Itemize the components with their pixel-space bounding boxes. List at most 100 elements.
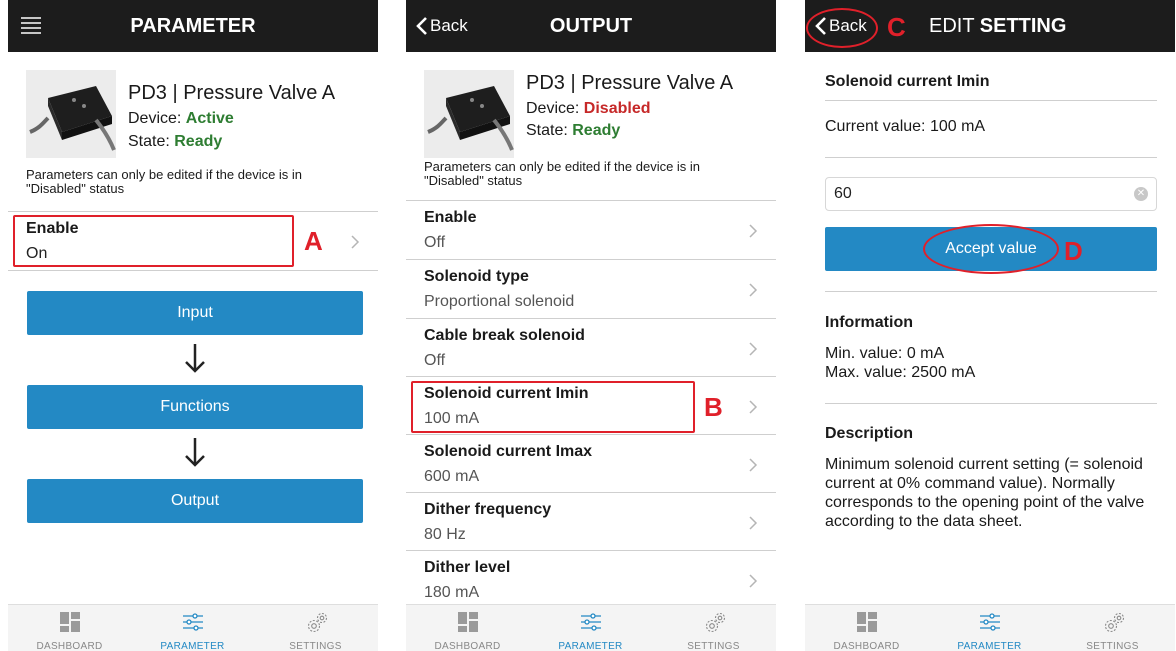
- annotation-label-d: D: [1064, 236, 1083, 266]
- title-bold: SETTING: [979, 15, 1067, 37]
- value-input[interactable]: [826, 178, 1106, 210]
- output-screen: Back OUTPUT PD3 | Pressure Valve A Devic…: [406, 0, 776, 651]
- param-row-dither-frequency[interactable]: Dither frequency 80 Hz: [406, 493, 776, 551]
- state-line: State: Ready: [526, 122, 620, 140]
- annotation-box-a: [13, 215, 294, 267]
- tab-parameter[interactable]: PARAMETER: [529, 605, 652, 651]
- tab-bar: DASHBOARD PARAMETER SETTINGS: [805, 604, 1175, 651]
- row-value: Off: [424, 352, 446, 369]
- page-title: EDIT SETTING: [929, 0, 1066, 52]
- divider: [825, 291, 1157, 292]
- app-header: Back OUTPUT: [406, 0, 776, 52]
- tab-settings[interactable]: SETTINGS: [1051, 605, 1174, 651]
- state-status: Ready: [174, 133, 223, 150]
- annotation-label-c: C: [887, 12, 906, 42]
- max-value: Max. value: 2500 mA: [825, 364, 976, 381]
- row-label: Solenoid current Imax: [424, 443, 593, 460]
- tab-dashboard[interactable]: DASHBOARD: [406, 605, 529, 651]
- row-label: Enable: [424, 209, 477, 226]
- row-value: 600 mA: [424, 468, 480, 485]
- tab-label: PARAMETER: [957, 641, 1022, 651]
- parameter-screen: PARAMETER PD3 | Pressure Valve A Device:…: [8, 0, 378, 651]
- row-value: 80 Hz: [424, 526, 466, 543]
- description-text: Minimum solenoid current setting (= sole…: [825, 456, 1145, 530]
- page-title: PARAMETER: [130, 15, 256, 37]
- value-input-field[interactable]: ✕: [825, 177, 1157, 211]
- chevron-right-icon: [749, 283, 758, 297]
- sliders-icon: [182, 613, 203, 631]
- state-label: State:: [128, 133, 175, 150]
- gears-icon: [307, 612, 327, 633]
- dashboard-icon: [59, 612, 80, 632]
- output-button[interactable]: Output: [27, 479, 363, 523]
- gears-icon: [705, 612, 725, 633]
- chevron-right-icon: [749, 342, 758, 356]
- device-label: Device:: [526, 100, 584, 117]
- divider: [825, 157, 1157, 158]
- tab-label: PARAMETER: [558, 641, 623, 651]
- device-name: PD3 | Pressure Valve A: [128, 82, 336, 104]
- row-label: Dither frequency: [424, 501, 552, 518]
- tab-settings[interactable]: SETTINGS: [652, 605, 775, 651]
- row-value: Off: [424, 234, 446, 251]
- tab-dashboard[interactable]: DASHBOARD: [805, 605, 928, 651]
- app-header: Back EDIT SETTING C: [805, 0, 1175, 52]
- tab-label: SETTINGS: [1086, 641, 1139, 651]
- state-line: State: Ready: [128, 133, 222, 151]
- input-button[interactable]: Input: [27, 291, 363, 335]
- tab-settings[interactable]: SETTINGS: [254, 605, 377, 651]
- tab-parameter[interactable]: PARAMETER: [131, 605, 254, 651]
- annotation-label-a: A: [304, 226, 323, 256]
- edit-note: Parameters can only be edited if the dev…: [26, 167, 303, 196]
- device-image: [26, 70, 116, 158]
- chevron-right-icon: [749, 516, 758, 530]
- gears-icon: [1104, 612, 1124, 633]
- tab-parameter[interactable]: PARAMETER: [928, 605, 1051, 651]
- device-status-line: Device: Disabled: [526, 100, 650, 118]
- edit-setting-screen: Back EDIT SETTING C Solenoid current Imi…: [805, 0, 1175, 651]
- row-label: Cable break solenoid: [424, 327, 585, 344]
- divider: [8, 270, 378, 271]
- annotation-oval-d: [923, 224, 1059, 274]
- tab-label: PARAMETER: [160, 641, 225, 651]
- information-heading: Information: [825, 314, 913, 331]
- row-value: Proportional solenoid: [424, 293, 575, 310]
- param-row-dither-level[interactable]: Dither level 180 mA: [406, 551, 776, 609]
- sliders-icon: [979, 613, 1000, 631]
- title-light: EDIT: [929, 15, 980, 37]
- device-name: PD3 | Pressure Valve A: [526, 72, 734, 94]
- device-status: Disabled: [583, 100, 651, 117]
- device-status: Active: [185, 110, 234, 127]
- functions-button[interactable]: Functions: [27, 385, 363, 429]
- row-value: 180 mA: [424, 584, 480, 601]
- min-value: Min. value: 0 mA: [825, 345, 945, 362]
- chevron-right-icon: [749, 574, 758, 588]
- state-label: State:: [526, 122, 573, 139]
- state-status: Ready: [572, 122, 621, 139]
- edit-note: Parameters can only be edited if the dev…: [424, 159, 701, 188]
- row-label: Solenoid type: [424, 268, 529, 285]
- annotation-box-b: [411, 381, 695, 433]
- tab-dashboard[interactable]: DASHBOARD: [8, 605, 131, 651]
- page-title: OUTPUT: [549, 15, 633, 37]
- param-row-solenoid-type[interactable]: Solenoid type Proportional solenoid: [406, 260, 776, 318]
- divider: [825, 403, 1157, 404]
- tab-label: DASHBOARD: [833, 641, 900, 651]
- param-row-cable-break[interactable]: Cable break solenoid Off: [406, 319, 776, 377]
- device-image: [424, 70, 514, 158]
- chevron-right-icon: [351, 235, 360, 249]
- param-row-imax[interactable]: Solenoid current Imax 600 mA: [406, 435, 776, 493]
- arrow-down-icon: [185, 438, 205, 467]
- sliders-icon: [580, 613, 601, 631]
- device-label: Device:: [128, 110, 186, 127]
- dashboard-icon: [457, 612, 478, 632]
- device-status-line: Device: Active: [128, 110, 234, 128]
- clear-icon[interactable]: ✕: [1134, 187, 1148, 201]
- param-row-enable[interactable]: Enable Off: [406, 201, 776, 259]
- parameter-name: Solenoid current Imin: [825, 73, 990, 90]
- tab-label: DASHBOARD: [434, 641, 501, 651]
- chevron-right-icon: [749, 458, 758, 472]
- arrow-down-icon: [185, 344, 205, 373]
- tab-label: SETTINGS: [289, 641, 342, 651]
- tab-bar: DASHBOARD PARAMETER SETTINGS: [8, 604, 378, 651]
